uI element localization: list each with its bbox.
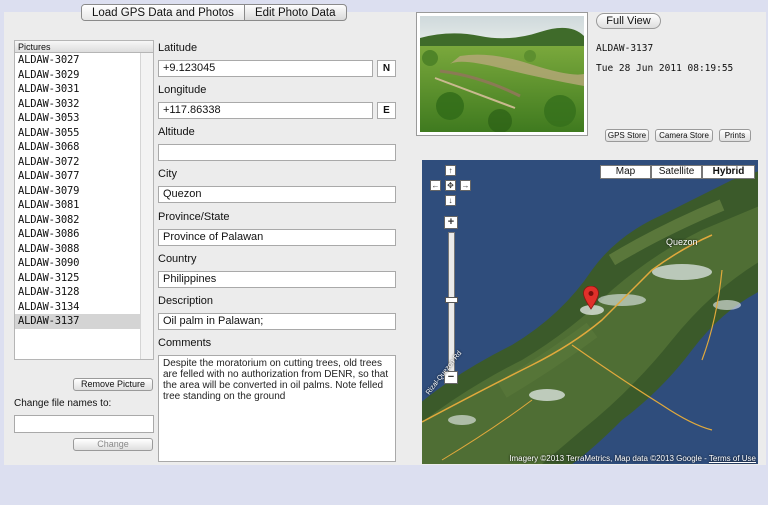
list-item[interactable]: ALDAW-3068	[15, 140, 153, 155]
photo-timestamp: Tue 28 Jun 2011 08:19:55	[596, 63, 734, 74]
list-item[interactable]: ALDAW-3088	[15, 242, 153, 257]
pictures-scrollbar[interactable]	[140, 53, 153, 359]
list-item[interactable]: ALDAW-3081	[15, 198, 153, 213]
country-field[interactable]: Philippines	[158, 271, 396, 288]
map-place-label: Quezon	[666, 237, 698, 247]
tab-load-gps[interactable]: Load GPS Data and Photos	[82, 5, 245, 20]
zoom-slider-handle[interactable]	[445, 297, 458, 303]
map-view[interactable]: Map Satellite Hybrid ↑ ← ✥ → ↓ + − Quezo…	[422, 160, 758, 464]
comments-textarea[interactable]: Despite the moratorium on cutting trees,…	[158, 355, 396, 462]
province-label: Province/State	[158, 211, 230, 223]
longitude-hemisphere[interactable]: E	[377, 102, 396, 119]
list-item[interactable]: ALDAW-3029	[15, 68, 153, 83]
pan-right-icon[interactable]: →	[460, 180, 471, 191]
pan-down-icon[interactable]: ↓	[445, 195, 456, 206]
tab-edit-photo-data[interactable]: Edit Photo Data	[245, 5, 346, 20]
pan-left-icon[interactable]: ←	[430, 180, 441, 191]
change-button[interactable]: Change	[73, 438, 153, 451]
remove-picture-button[interactable]: Remove Picture	[73, 378, 153, 391]
gps-store-button[interactable]: GPS Store	[605, 129, 649, 142]
list-item[interactable]: ALDAW-3072	[15, 155, 153, 170]
list-item[interactable]: ALDAW-3128	[15, 285, 153, 300]
altitude-label: Altitude	[158, 126, 195, 138]
city-field[interactable]: Quezon	[158, 186, 396, 203]
map-pin-icon[interactable]	[583, 286, 599, 310]
photo-preview[interactable]	[416, 12, 588, 136]
city-label: City	[158, 168, 177, 180]
list-item[interactable]: ALDAW-3090	[15, 256, 153, 271]
latitude-label: Latitude	[158, 42, 198, 54]
pictures-items: ALDAW-3027 ALDAW-3029 ALDAW-3031 ALDAW-3032…	[15, 53, 153, 329]
pictures-list[interactable]: Pictures ALDAW-3027 ALDAW-3029 ALDAW-3031 A…	[14, 40, 154, 360]
list-item[interactable]: ALDAW-3032	[15, 97, 153, 112]
rename-label: Change file names to:	[14, 398, 112, 409]
list-item[interactable]: ALDAW-3137	[15, 314, 153, 329]
description-field[interactable]: Oil palm in Palawan;	[158, 313, 396, 330]
province-field[interactable]: Province of Palawan	[158, 229, 396, 246]
pan-center-icon[interactable]: ✥	[445, 180, 456, 191]
camera-store-button[interactable]: Camera Store	[655, 129, 713, 142]
map-attribution-text: Imagery ©2013 TerraMetrics, Map data ©20…	[509, 454, 709, 463]
list-item[interactable]: ALDAW-3086	[15, 227, 153, 242]
list-item[interactable]: ALDAW-3055	[15, 126, 153, 141]
prints-button[interactable]: Prints	[719, 129, 751, 142]
pan-up-icon[interactable]: ↑	[445, 165, 456, 176]
map-type-map[interactable]: Map	[600, 165, 651, 179]
map-type-satellite[interactable]: Satellite	[651, 165, 702, 179]
map-attribution: Imagery ©2013 TerraMetrics, Map data ©20…	[509, 454, 756, 463]
list-item[interactable]: ALDAW-3125	[15, 271, 153, 286]
pictures-header: Pictures	[15, 41, 153, 53]
list-item[interactable]: ALDAW-3077	[15, 169, 153, 184]
list-item[interactable]: ALDAW-3082	[15, 213, 153, 228]
map-type-hybrid[interactable]: Hybrid	[702, 165, 755, 179]
list-item[interactable]: ALDAW-3031	[15, 82, 153, 97]
list-item[interactable]: ALDAW-3134	[15, 300, 153, 315]
tab-bar: Load GPS Data and Photos Edit Photo Data	[81, 4, 347, 21]
longitude-label: Longitude	[158, 84, 207, 96]
terms-of-use-link[interactable]: Terms of Use	[709, 454, 756, 463]
list-item[interactable]: ALDAW-3053	[15, 111, 153, 126]
full-view-button[interactable]: Full View	[596, 13, 661, 29]
altitude-field[interactable]	[158, 144, 396, 161]
map-imagery	[422, 160, 758, 464]
photo-name: ALDAW-3137	[596, 43, 654, 54]
rename-input[interactable]	[14, 415, 154, 433]
longitude-field[interactable]: +117.86338	[158, 102, 373, 119]
latitude-hemisphere[interactable]: N	[377, 60, 396, 77]
photo-image	[420, 16, 584, 133]
list-item[interactable]: ALDAW-3079	[15, 184, 153, 199]
country-label: Country	[158, 253, 197, 265]
list-item[interactable]: ALDAW-3027	[15, 53, 153, 68]
comments-label: Comments	[158, 337, 212, 349]
description-label: Description	[158, 295, 214, 307]
zoom-in-icon[interactable]: +	[444, 216, 458, 229]
latitude-field[interactable]: +9.123045	[158, 60, 373, 77]
